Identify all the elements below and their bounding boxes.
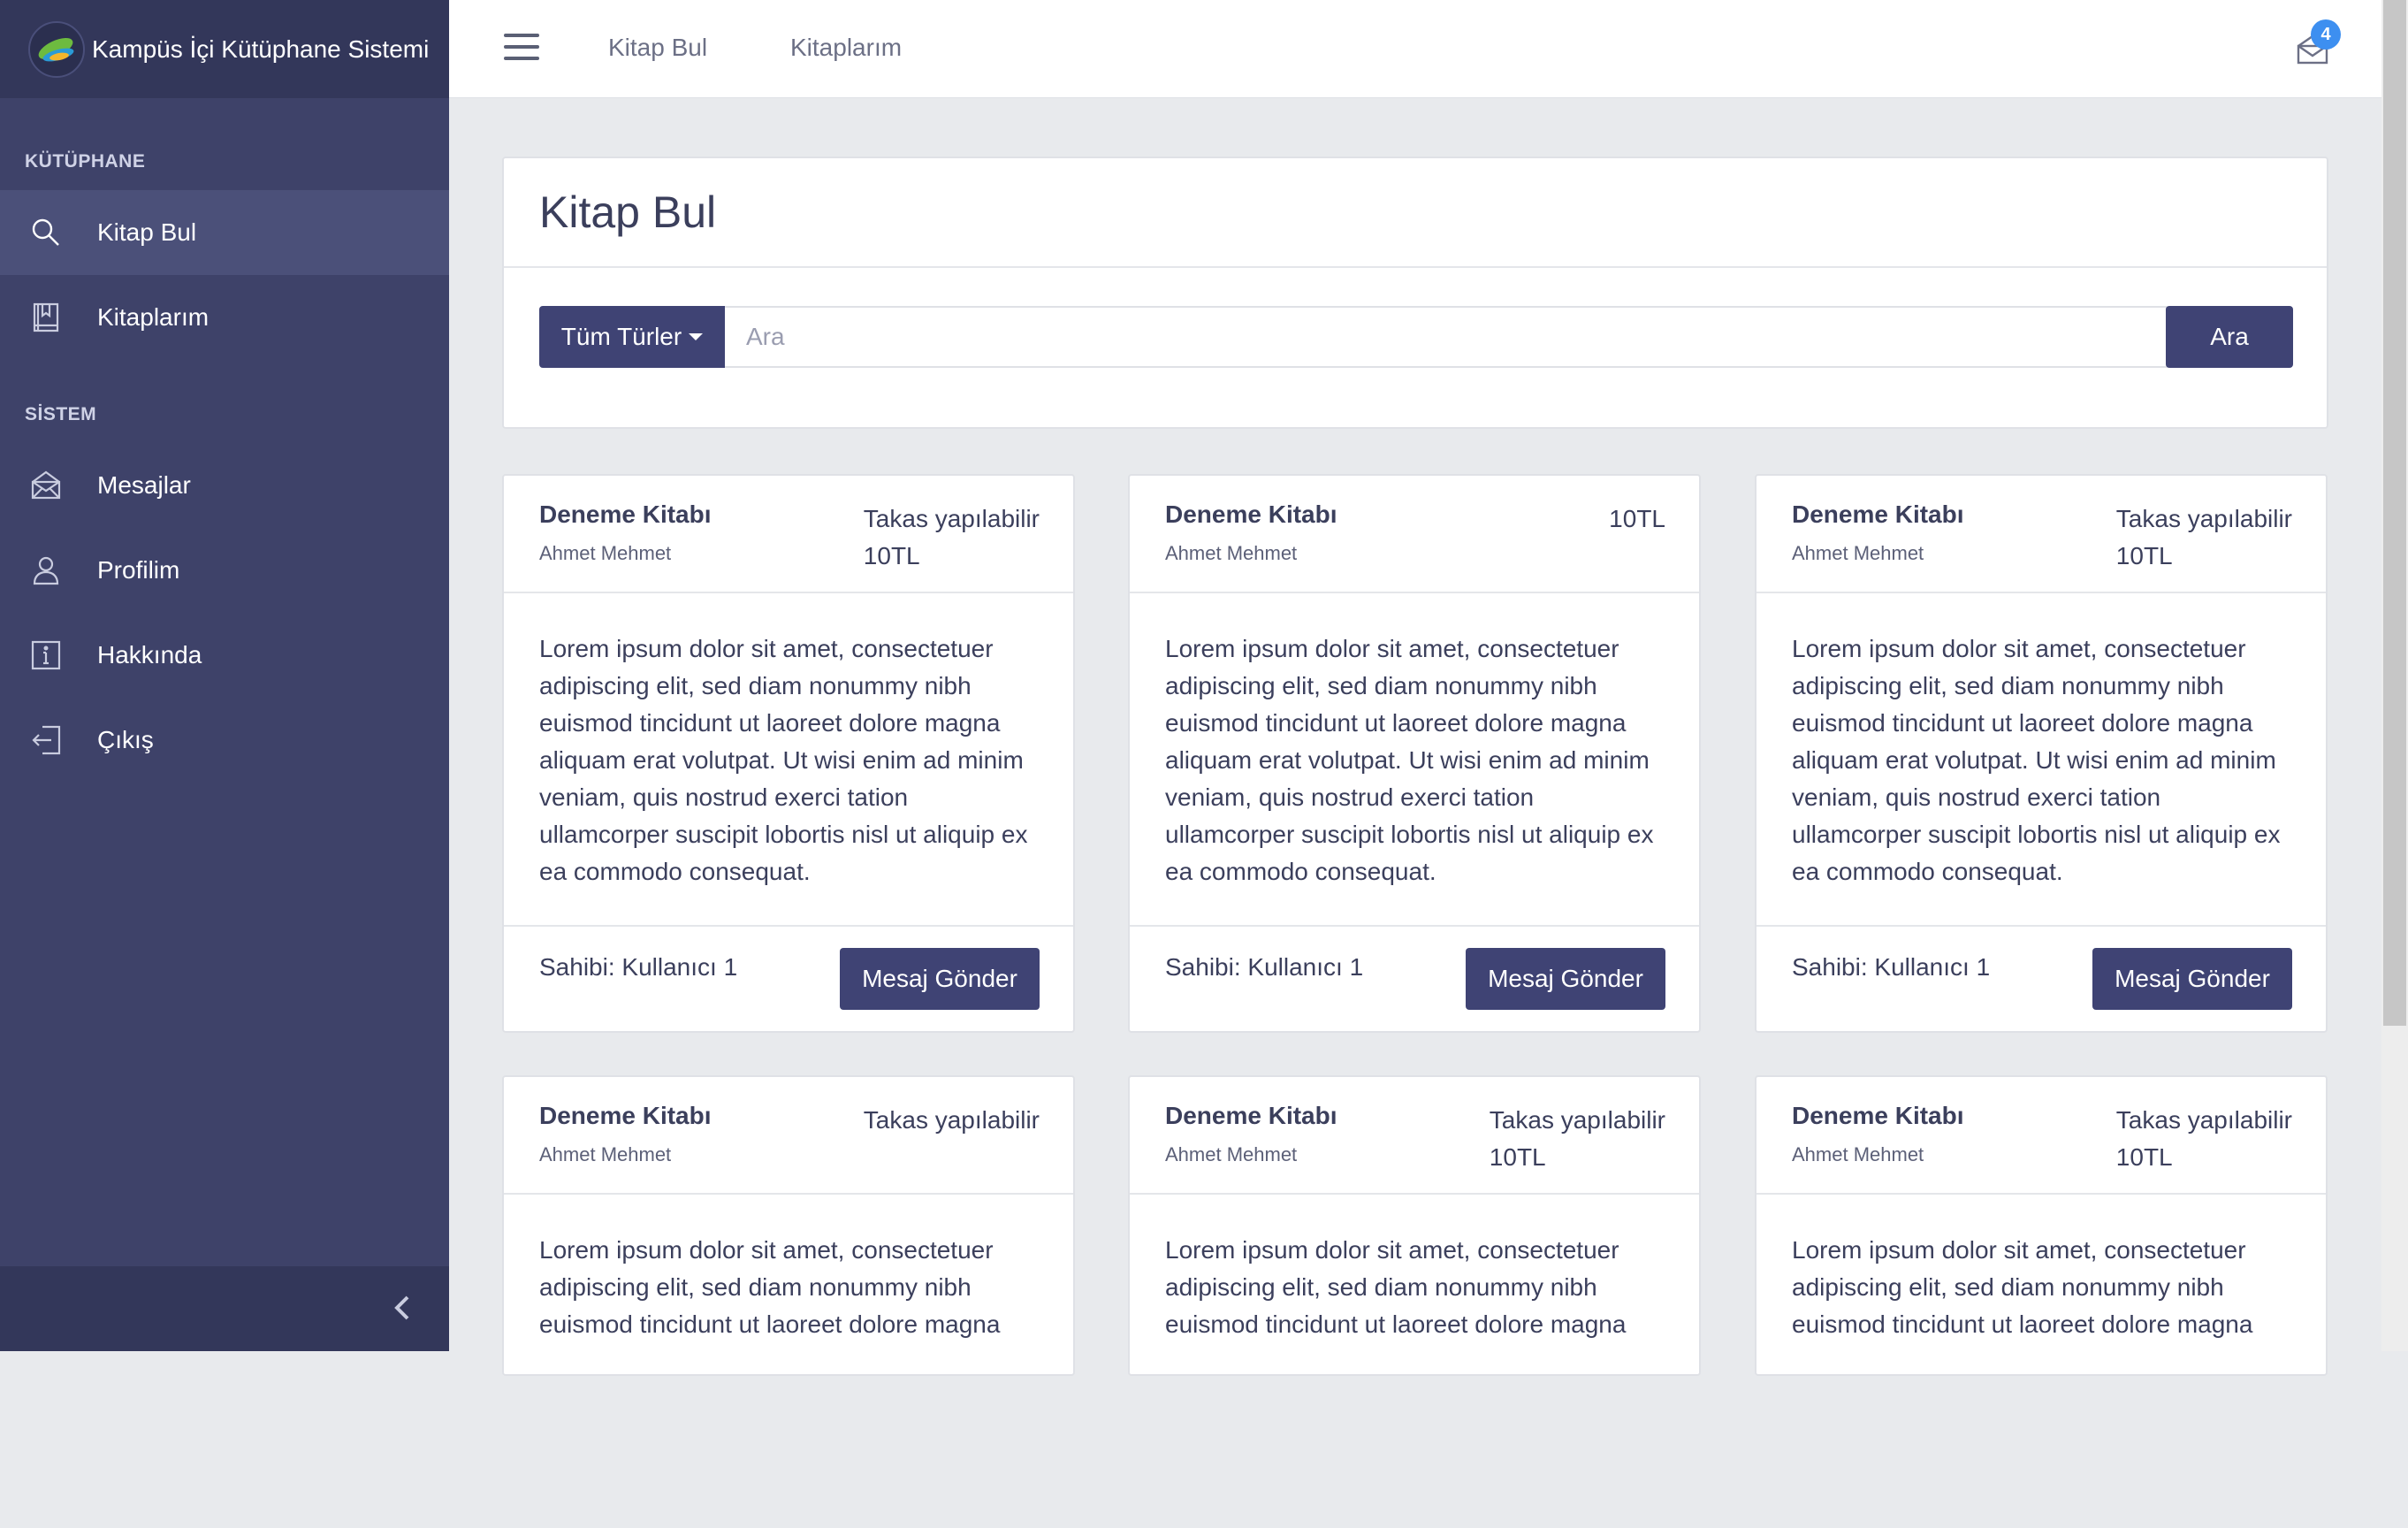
sidebar-item-label: Hakkında bbox=[97, 641, 202, 668]
search-icon bbox=[32, 218, 59, 246]
book-author: Ahmet Mehmet bbox=[1165, 1143, 1298, 1165]
book-card: Deneme Kitabı Ahmet Mehmet Takas yapılab… bbox=[502, 1075, 1075, 1376]
book-author: Ahmet Mehmet bbox=[1792, 1143, 1924, 1165]
send-message-button[interactable]: Mesaj Gönder bbox=[1466, 948, 1665, 1010]
card-footer: Sahibi: Kullanıcı 1 Mesaj Gönder bbox=[504, 927, 1073, 1031]
app-title: Kampüs İçi Kütüphane Sistemi bbox=[92, 34, 430, 63]
sidebar-item-kitaplarim[interactable]: Kitaplarım bbox=[0, 275, 449, 360]
chevron-left-icon bbox=[394, 1295, 409, 1320]
book-card: Deneme Kitabı Ahmet Mehmet Takas yapılab… bbox=[502, 474, 1075, 1033]
book-owner: Sahibi: Kullanıcı 1 bbox=[1165, 953, 1364, 981]
price-label: 10TL bbox=[1609, 505, 1665, 532]
send-message-button[interactable]: Mesaj Gönder bbox=[840, 948, 1040, 1010]
book-description: Lorem ipsum dolor sit amet, consectetuer… bbox=[539, 1236, 1001, 1338]
book-description: Lorem ipsum dolor sit amet, consectetuer… bbox=[1756, 593, 2326, 927]
exchange-label: Takas yapılabilir bbox=[863, 505, 1040, 532]
price-label: 10TL bbox=[1489, 1143, 1546, 1171]
book-author: Ahmet Mehmet bbox=[539, 542, 672, 564]
search-bar: Tüm Türler Ara bbox=[539, 306, 2293, 368]
menu-toggle-icon[interactable] bbox=[504, 34, 539, 64]
type-filter-label: Tüm Türler bbox=[560, 323, 682, 350]
book-title: Deneme Kitabı bbox=[539, 1102, 712, 1129]
type-filter-dropdown[interactable]: Tüm Türler bbox=[539, 306, 725, 368]
sidebar-item-label: Profilim bbox=[97, 556, 180, 584]
price-label: 10TL bbox=[863, 542, 920, 569]
sidebar-item-label: Çıkış bbox=[97, 726, 154, 753]
card-header: Deneme Kitabı Ahmet Mehmet Takas yapılab… bbox=[504, 476, 1073, 593]
caret-down-icon bbox=[689, 333, 704, 340]
nav-library: Kitap Bul Kitaplarım bbox=[0, 190, 449, 360]
book-title: Deneme Kitabı bbox=[1792, 500, 1964, 528]
book-author: Ahmet Mehmet bbox=[539, 1143, 672, 1165]
sidebar-item-mesajlar[interactable]: Mesajlar bbox=[0, 443, 449, 528]
sidebar-item-label: Kitaplarım bbox=[97, 303, 210, 331]
book-author: Ahmet Mehmet bbox=[1165, 542, 1298, 564]
card-footer: Sahibi: Kullanıcı 1 Mesaj Gönder bbox=[1756, 927, 2326, 1031]
book-meta: Takas yapılabilir 10TL bbox=[2116, 1102, 2292, 1176]
section-heading-library: KÜTÜPHANE bbox=[25, 151, 146, 172]
book-card: Deneme Kitabı Ahmet Mehmet Takas yapılab… bbox=[1755, 1075, 2328, 1376]
book-meta: 10TL bbox=[1609, 500, 1665, 538]
exchange-label: Takas yapılabilir bbox=[1489, 1106, 1665, 1134]
sidebar-item-cikis[interactable]: Çıkış bbox=[0, 698, 449, 783]
sidebar-item-label: Mesajlar bbox=[97, 471, 191, 499]
sidebar-item-kitap-bul[interactable]: Kitap Bul bbox=[0, 190, 449, 275]
book-title: Deneme Kitabı bbox=[1165, 500, 1337, 528]
book-owner: Sahibi: Kullanıcı 1 bbox=[1792, 953, 1991, 981]
book-owner: Sahibi: Kullanıcı 1 bbox=[539, 953, 738, 981]
book-description: Lorem ipsum dolor sit amet, consectetuer… bbox=[1130, 593, 1699, 927]
book-author: Ahmet Mehmet bbox=[1792, 542, 1924, 564]
book-title: Deneme Kitabı bbox=[1165, 1102, 1337, 1129]
price-label: 10TL bbox=[2115, 1143, 2173, 1171]
card-header: Deneme Kitabı Ahmet Mehmet 10TL bbox=[1130, 476, 1699, 593]
envelope-icon bbox=[31, 470, 61, 500]
sidebar: Kampüs İçi Kütüphane Sistemi KÜTÜPHANE K… bbox=[0, 0, 449, 1351]
card-header: Deneme Kitabı Ahmet Mehmet Takas yapılab… bbox=[1130, 1077, 1699, 1195]
logo bbox=[28, 20, 85, 78]
brand[interactable]: Kampüs İçi Kütüphane Sistemi bbox=[0, 0, 449, 98]
search-input[interactable] bbox=[725, 306, 2168, 368]
top-link-kitap-bul[interactable]: Kitap Bul bbox=[608, 34, 707, 62]
section-heading-system: SİSTEM bbox=[25, 404, 97, 424]
book-meta: Takas yapılabilir 10TL bbox=[2116, 500, 2292, 575]
notification-badge: 4 bbox=[2311, 19, 2341, 50]
collapse-sidebar-button[interactable] bbox=[380, 1286, 424, 1330]
send-message-button[interactable]: Mesaj Gönder bbox=[2092, 948, 2292, 1010]
book-icon bbox=[33, 302, 59, 332]
book-meta: Takas yapılabilir 10TL bbox=[864, 500, 1040, 575]
search-panel: Kitap Bul Tüm Türler Ara bbox=[502, 157, 2328, 429]
book-card: Deneme Kitabı Ahmet Mehmet Takas yapılab… bbox=[1128, 1075, 1701, 1376]
book-meta: Takas yapılabilir 10TL bbox=[1490, 1102, 1665, 1176]
book-meta: Takas yapılabilir bbox=[864, 1102, 1040, 1139]
scrollbar[interactable] bbox=[2381, 0, 2408, 1351]
card-header: Deneme Kitabı Ahmet Mehmet Takas yapılab… bbox=[1756, 476, 2326, 593]
exchange-label: Takas yapılabilir bbox=[2115, 505, 2292, 532]
exchange-label: Takas yapılabilir bbox=[863, 1106, 1040, 1134]
info-icon bbox=[31, 640, 61, 670]
sidebar-item-hakkinda[interactable]: Hakkında bbox=[0, 613, 449, 698]
book-title: Deneme Kitabı bbox=[539, 500, 712, 528]
price-label: 10TL bbox=[2115, 542, 2173, 569]
search-button[interactable]: Ara bbox=[2166, 306, 2293, 368]
page-title: Kitap Bul bbox=[504, 158, 2327, 268]
book-description: Lorem ipsum dolor sit amet, consectetuer… bbox=[504, 593, 1073, 927]
user-icon bbox=[33, 556, 59, 585]
card-header: Deneme Kitabı Ahmet Mehmet Takas yapılab… bbox=[504, 1077, 1073, 1195]
book-description: Lorem ipsum dolor sit amet, consectetuer… bbox=[1792, 1236, 2253, 1338]
book-title: Deneme Kitabı bbox=[1792, 1102, 1964, 1129]
topbar: Kitap Bul Kitaplarım 4 bbox=[449, 0, 2381, 98]
sidebar-item-profilim[interactable]: Profilim bbox=[0, 528, 449, 613]
book-card: Deneme Kitabı Ahmet Mehmet 10TL Lorem ip… bbox=[1128, 474, 1701, 1033]
card-header: Deneme Kitabı Ahmet Mehmet Takas yapılab… bbox=[1756, 1077, 2326, 1195]
card-footer: Sahibi: Kullanıcı 1 Mesaj Gönder bbox=[1130, 927, 1699, 1031]
logout-icon bbox=[32, 725, 61, 755]
book-card: Deneme Kitabı Ahmet Mehmet Takas yapılab… bbox=[1755, 474, 2328, 1033]
sidebar-footer bbox=[0, 1266, 449, 1351]
exchange-label: Takas yapılabilir bbox=[2115, 1106, 2292, 1134]
top-link-kitaplarim[interactable]: Kitaplarım bbox=[790, 34, 902, 62]
scrollbar-thumb[interactable] bbox=[2383, 0, 2406, 1026]
nav-system: Mesajlar Profilim Hakkında Çıkış bbox=[0, 443, 449, 783]
book-description: Lorem ipsum dolor sit amet, consectetuer… bbox=[1165, 1236, 1627, 1338]
sidebar-item-label: Kitap Bul bbox=[97, 218, 197, 246]
